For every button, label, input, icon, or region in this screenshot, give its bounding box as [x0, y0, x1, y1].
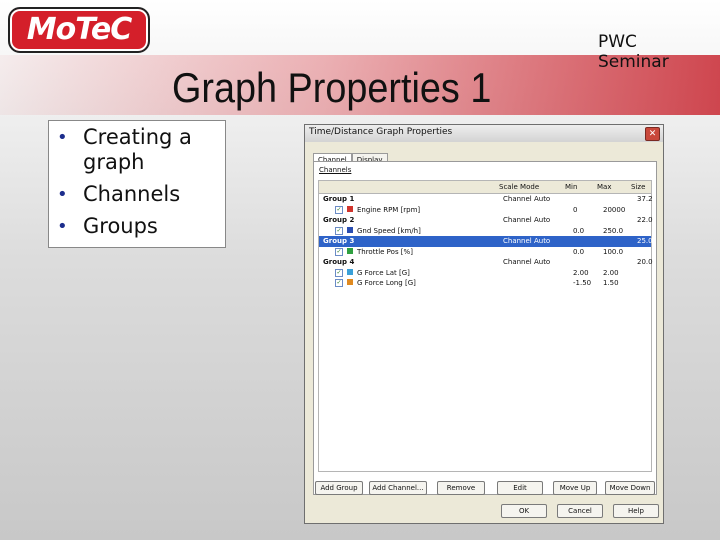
scale-mode-cell: Channel Auto [503, 216, 551, 224]
bullet-item: • Groups [49, 214, 225, 239]
seminar-line-1: PWC [598, 32, 637, 52]
channel-color-swatch [347, 268, 353, 275]
col-min[interactable]: Min [565, 183, 577, 191]
max-cell: 2.00 [603, 268, 619, 277]
channel-color-swatch [347, 205, 353, 212]
move-up-button[interactable]: Move Up [553, 481, 597, 495]
tab-strip: Channel Display [313, 147, 388, 166]
cancel-button[interactable]: Cancel [557, 504, 603, 518]
size-cell: 37.2 [637, 195, 653, 203]
group-name: Group 3 [323, 237, 355, 245]
channel-row[interactable]: ✓ G Force Long [G] -1.50 1.50 [319, 278, 651, 289]
group-name: Group 2 [323, 216, 355, 224]
min-cell: -1.50 [573, 279, 592, 287]
channel-name: Throttle Pos [%] [357, 247, 413, 256]
remove-button[interactable]: Remove [437, 481, 485, 495]
bullet-item: • Creating a graph [49, 125, 225, 175]
min-cell: 0.0 [573, 226, 585, 235]
scale-mode-cell: Channel Auto [503, 237, 551, 245]
grid-button-row: Add Group Add Channel... Remove Edit Mov… [313, 481, 657, 495]
channel-row[interactable]: ✓ Throttle Pos [%] 0.0 100.0 [319, 247, 651, 258]
bullet-text: Creating a graph [83, 125, 192, 174]
visible-checkbox[interactable]: ✓ [335, 268, 343, 277]
min-cell: 0 [573, 205, 578, 214]
add-channel-button[interactable]: Add Channel... [369, 481, 427, 495]
dialog-title: Time/Distance Graph Properties [309, 127, 453, 137]
motec-logo: MoTeC [8, 7, 150, 53]
channel-name: Gnd Speed [km/h] [357, 226, 421, 235]
grid-header: Scale Mode Min Max Size [319, 181, 651, 194]
col-size[interactable]: Size [631, 183, 645, 191]
bullet-text: Channels [83, 182, 181, 206]
grid-rows: Group 1 Channel Auto 37.2 ✓ Engine RPM [rpm]… [319, 194, 653, 289]
bullet-item: • Channels [49, 182, 225, 207]
min-cell: 2.00 [573, 268, 589, 277]
graph-properties-dialog: Time/Distance Graph Properties ✕ Channel… [304, 124, 664, 524]
visible-checkbox[interactable]: ✓ [335, 247, 343, 256]
group-row[interactable]: Group 3 Channel Auto 25.0 [319, 236, 653, 247]
channel-name: Engine RPM [rpm] [357, 205, 421, 214]
bullet-box: • Creating a graph • Channels • Groups [48, 120, 226, 248]
logo-text: MoTeC [26, 12, 132, 47]
bullet-dot-icon: • [57, 216, 68, 237]
max-cell: 20000 [603, 205, 626, 214]
col-scale-mode[interactable]: Scale Mode [499, 183, 539, 191]
group-name: Group 1 [323, 195, 355, 203]
col-max[interactable]: Max [597, 183, 611, 191]
max-cell: 1.50 [603, 279, 619, 287]
header-band: MoTeC Graph Properties 1 PWC Seminar [0, 0, 720, 118]
visible-checkbox[interactable]: ✓ [335, 279, 343, 287]
edit-button[interactable]: Edit [497, 481, 543, 495]
max-cell: 250.0 [603, 226, 624, 235]
size-cell: 20.0 [637, 258, 653, 266]
move-down-button[interactable]: Move Down [605, 481, 655, 495]
visible-checkbox[interactable]: ✓ [335, 226, 343, 235]
group-row[interactable]: Group 4 Channel Auto 20.0 [319, 257, 653, 268]
group-row[interactable]: Group 1 Channel Auto 37.2 [319, 194, 653, 205]
channels-section-label: Channels [319, 166, 352, 174]
bullet-dot-icon: • [57, 184, 68, 205]
scale-mode-cell: Channel Auto [503, 195, 551, 203]
slide-title: Graph Properties 1 [172, 64, 492, 111]
footer-button-row: OK Cancel Help [305, 504, 665, 518]
seminar-line-2: Seminar [598, 52, 669, 72]
channel-row[interactable]: ✓ Engine RPM [rpm] 0 20000 [319, 205, 651, 216]
channel-panel: Channels Scale Mode Min Max Size Group 1… [313, 161, 657, 495]
group-name: Group 4 [323, 258, 355, 266]
max-cell: 100.0 [603, 247, 624, 256]
bullet-text: Groups [83, 214, 158, 238]
channel-color-swatch [347, 247, 353, 254]
channel-row[interactable]: ✓ Gnd Speed [km/h] 0.0 250.0 [319, 226, 651, 237]
min-cell: 0.0 [573, 247, 585, 256]
close-icon[interactable]: ✕ [645, 127, 660, 141]
channel-name: G Force Long [G] [357, 279, 416, 287]
channel-row[interactable]: ✓ G Force Lat [G] 2.00 2.00 [319, 268, 651, 279]
seminar-label: PWC Seminar [598, 32, 669, 72]
channel-name: G Force Lat [G] [357, 268, 410, 277]
help-button[interactable]: Help [613, 504, 659, 518]
visible-checkbox[interactable]: ✓ [335, 205, 343, 214]
size-cell: 25.0 [637, 237, 653, 245]
channel-grid: Scale Mode Min Max Size Group 1 Channel A… [318, 180, 653, 472]
group-row[interactable]: Group 2 Channel Auto 22.0 [319, 215, 653, 226]
scale-mode-cell: Channel Auto [503, 258, 551, 266]
ok-button[interactable]: OK [501, 504, 547, 518]
add-group-button[interactable]: Add Group [315, 481, 363, 495]
size-cell: 22.0 [637, 216, 653, 224]
dialog-titlebar[interactable]: Time/Distance Graph Properties ✕ [305, 125, 663, 142]
bullet-dot-icon: • [57, 127, 68, 148]
channel-color-swatch [347, 226, 353, 233]
channel-color-swatch [347, 279, 353, 285]
